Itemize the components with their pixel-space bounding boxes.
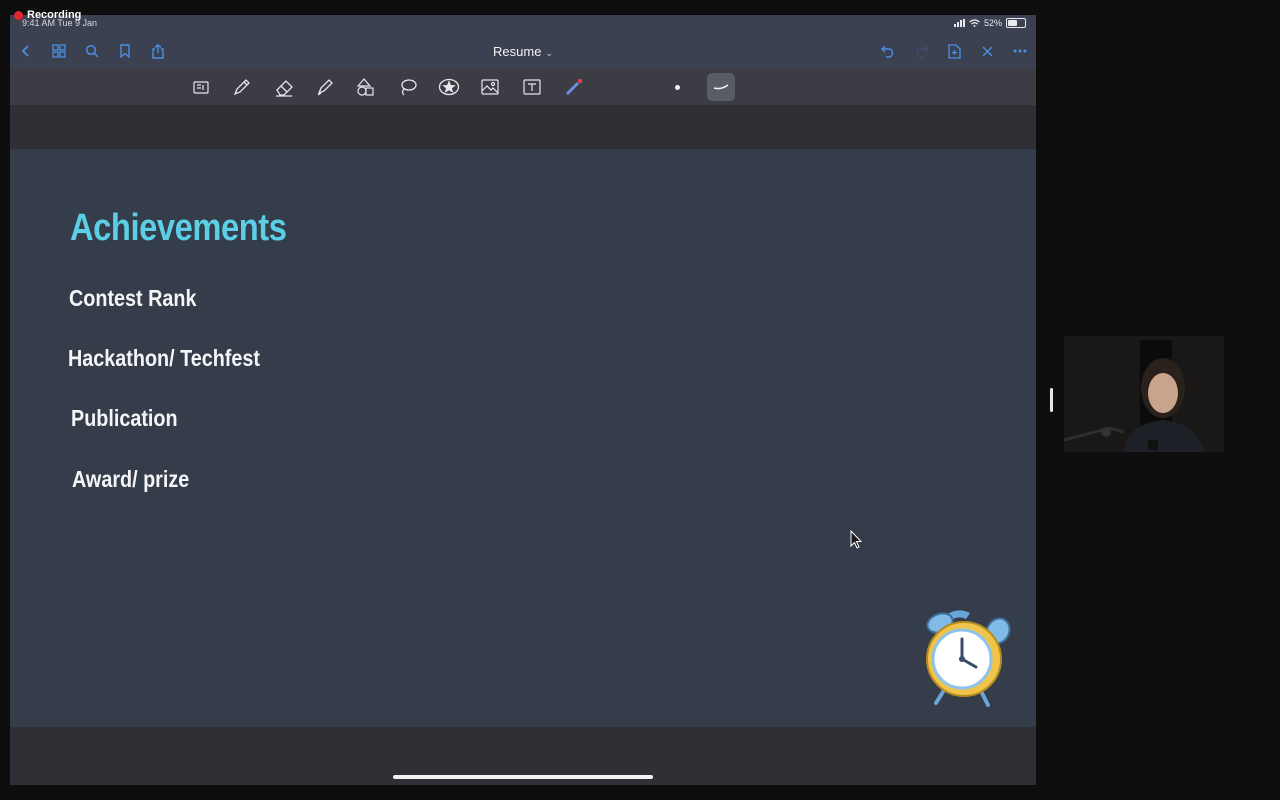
image-icon bbox=[481, 79, 499, 95]
lasso-tool[interactable] bbox=[395, 74, 421, 100]
status-bar: 9:41 AM Tue 9 Jan 52% bbox=[10, 15, 1036, 33]
undo-button[interactable] bbox=[876, 39, 900, 63]
home-indicator[interactable] bbox=[393, 775, 653, 779]
lasso-icon bbox=[401, 79, 417, 96]
shapes-icon bbox=[356, 78, 374, 96]
recording-label: Recording bbox=[27, 9, 82, 21]
highlighter-tool[interactable] bbox=[312, 74, 338, 100]
highlighter-icon bbox=[317, 79, 333, 96]
curve-stroke-icon bbox=[713, 84, 729, 90]
nav-bar: Resume ⌄ bbox=[10, 33, 1036, 69]
canvas-margin-top bbox=[10, 105, 1036, 149]
alarm-clock-sticker-icon bbox=[926, 610, 1011, 707]
status-indicators: 52% bbox=[953, 18, 1026, 28]
stroke-style-option[interactable] bbox=[707, 73, 735, 101]
wifi-icon bbox=[969, 19, 980, 27]
laser-pointer-tool[interactable] bbox=[560, 74, 586, 100]
cellular-signal-icon bbox=[953, 19, 965, 27]
recording-dot-icon bbox=[14, 10, 23, 20]
undo-icon bbox=[880, 45, 893, 58]
eraser-tool[interactable] bbox=[271, 74, 297, 100]
achievement-item: Hackathon/ Techfest bbox=[68, 345, 260, 371]
redo-icon bbox=[916, 45, 929, 58]
add-page-button[interactable] bbox=[942, 39, 966, 63]
more-button[interactable] bbox=[1008, 39, 1032, 63]
pen-icon bbox=[233, 79, 250, 96]
text-tool[interactable] bbox=[519, 74, 545, 100]
ipad-screen: 9:41 AM Tue 9 Jan 52% Resume ⌄ Achieveme… bbox=[10, 15, 1036, 785]
webcam-feed bbox=[1064, 336, 1224, 452]
add-page-icon bbox=[947, 43, 961, 59]
text-icon bbox=[523, 79, 541, 95]
laser-pointer-icon bbox=[566, 78, 583, 95]
mouse-cursor-icon bbox=[850, 529, 863, 549]
dot-size-icon bbox=[674, 84, 680, 90]
document-title-text: Resume bbox=[493, 44, 542, 59]
eraser-icon bbox=[276, 80, 293, 97]
achievement-item: Publication bbox=[71, 405, 178, 431]
more-icon bbox=[1013, 49, 1027, 53]
read-mode-tool[interactable] bbox=[188, 74, 214, 100]
image-tool[interactable] bbox=[477, 74, 503, 100]
battery-icon bbox=[1006, 18, 1026, 28]
sticker-tool[interactable] bbox=[436, 74, 462, 100]
page-heading: Achievements bbox=[70, 207, 287, 249]
stroke-size-option[interactable] bbox=[664, 74, 690, 100]
achievement-item: Award/ prize bbox=[72, 466, 190, 492]
recording-indicator: Recording bbox=[14, 9, 81, 21]
achievement-item: Contest Rank bbox=[69, 285, 197, 311]
presenter-video-icon bbox=[1064, 336, 1224, 452]
shapes-tool[interactable] bbox=[353, 74, 379, 100]
close-icon bbox=[982, 46, 992, 56]
battery-percent: 52% bbox=[983, 18, 1002, 28]
note-page[interactable]: Achievements Contest Rank Hackathon/ Tec… bbox=[10, 149, 1036, 727]
chevron-down-icon: ⌄ bbox=[545, 48, 553, 58]
sticker-icon bbox=[438, 78, 460, 96]
close-button[interactable] bbox=[975, 39, 999, 63]
tool-bar bbox=[10, 69, 1036, 105]
read-mode-icon bbox=[193, 81, 209, 94]
webcam-resize-handle[interactable] bbox=[1050, 388, 1053, 412]
pen-tool[interactable] bbox=[229, 74, 255, 100]
redo-button[interactable] bbox=[909, 39, 933, 63]
